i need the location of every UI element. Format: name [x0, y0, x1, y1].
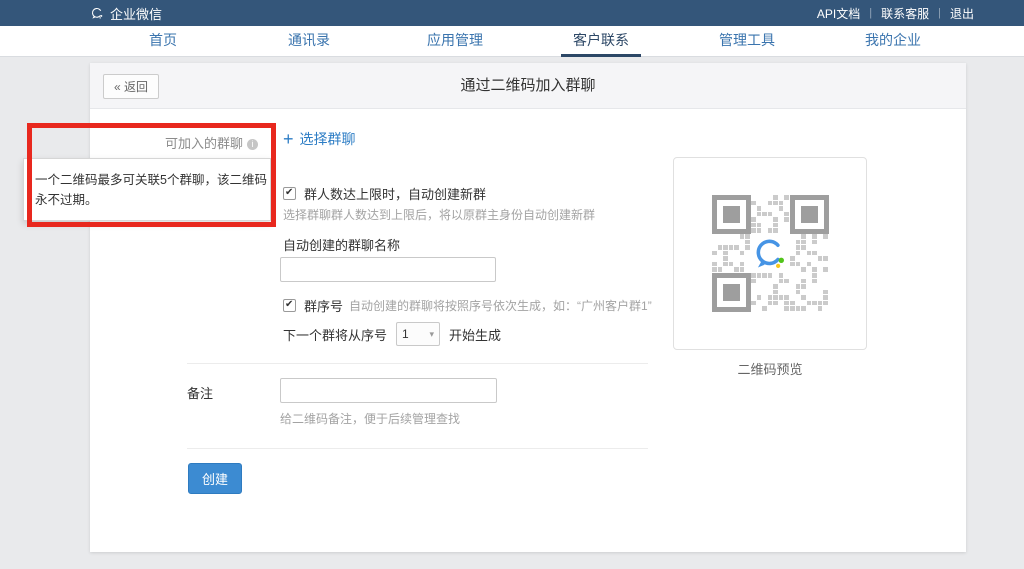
auto-create-checkbox[interactable] — [283, 187, 296, 200]
joinable-groups-label-row: 可加入的群聊 i — [90, 133, 258, 152]
auto-create-row: 群人数达上限时，自动创建新群 — [283, 184, 486, 203]
topbar: 企业微信 API文档 | 联系客服 | 退出 — [0, 0, 1024, 26]
serial-row: 群序号 自动创建的群聊将按照序号依次生成，如：“广州客户群1” — [283, 296, 652, 315]
next-serial-row: 下一个群将从序号 1 ▾ 开始生成 — [283, 322, 501, 346]
tooltip-line: 永不过期。 — [35, 190, 261, 210]
card-header: « 返回 通过二维码加入群聊 — [90, 63, 966, 109]
auto-create-hint: 选择群聊群人数达到上限后，将以原群主身份自动创建新群 — [283, 206, 595, 223]
link-separator: | — [938, 7, 941, 19]
nav-item-my-company[interactable]: 我的企业 — [820, 26, 966, 56]
next-serial-suffix: 开始生成 — [449, 325, 501, 344]
caret-down-icon: ▾ — [429, 329, 434, 340]
divider — [187, 448, 648, 449]
remark-label: 备注 — [187, 383, 213, 402]
api-docs-link[interactable]: API文档 — [817, 5, 860, 22]
serial-number-select[interactable]: 1 ▾ — [396, 322, 440, 346]
group-name-input[interactable] — [280, 257, 496, 282]
qr-placeholder — [712, 195, 829, 312]
contact-support-link[interactable]: 联系客服 — [881, 5, 929, 22]
nav-item-customer-contact[interactable]: 客户联系 — [528, 26, 674, 56]
page-title: 通过二维码加入群聊 — [90, 63, 966, 108]
divider — [187, 363, 648, 364]
serial-checkbox[interactable] — [283, 299, 296, 312]
info-icon[interactable]: i — [247, 139, 258, 150]
brand-name: 企业微信 — [110, 4, 162, 23]
logout-link[interactable]: 退出 — [950, 5, 974, 22]
serial-label[interactable]: 群序号 — [304, 296, 343, 315]
topbar-links: API文档 | 联系客服 | 退出 — [817, 5, 974, 22]
tooltip-line: 一个二维码最多可关联5个群聊，该二维码 — [35, 170, 261, 190]
select-group-link[interactable]: + 选择群聊 — [283, 129, 356, 150]
link-separator: | — [869, 7, 872, 19]
nav-item-admin-tools[interactable]: 管理工具 — [674, 26, 820, 56]
group-name-label: 自动创建的群聊名称 — [283, 235, 400, 254]
wechat-work-logo-icon — [90, 6, 105, 21]
content-card: « 返回 通过二维码加入群聊 可加入的群聊 i + 选择群聊 群人数达上限时，自动创… — [90, 63, 966, 552]
back-button[interactable]: « 返回 — [103, 74, 159, 99]
qr-finder-icon — [790, 195, 829, 234]
joinable-groups-label: 可加入的群聊 — [165, 136, 243, 151]
create-button[interactable]: 创建 — [188, 463, 242, 494]
nav-item-app-management[interactable]: 应用管理 — [382, 26, 528, 56]
nav-item-contacts[interactable]: 通讯录 — [236, 26, 382, 56]
nav-item-home[interactable]: 首页 — [90, 26, 236, 56]
next-serial-prefix: 下一个群将从序号 — [283, 325, 387, 344]
remark-input[interactable] — [280, 378, 497, 403]
tooltip-popup: 一个二维码最多可关联5个群聊，该二维码 永不过期。 — [23, 158, 271, 221]
serial-number-value: 1 — [402, 327, 409, 341]
qr-finder-icon — [712, 273, 751, 312]
main-nav: 首页 通讯录 应用管理 客户联系 管理工具 我的企业 — [0, 26, 1024, 57]
qr-preview-box — [673, 157, 867, 350]
select-group-link-label: 选择群聊 — [300, 131, 356, 147]
brand: 企业微信 — [90, 4, 162, 23]
auto-create-label[interactable]: 群人数达上限时，自动创建新群 — [304, 184, 486, 203]
qr-finder-icon — [712, 195, 751, 234]
qr-caption: 二维码预览 — [673, 359, 867, 378]
serial-desc: 自动创建的群聊将按照序号依次生成，如：“广州客户群1” — [349, 297, 652, 314]
remark-hint: 给二维码备注，便于后续管理查找 — [280, 410, 460, 427]
wechat-work-logo-icon — [751, 234, 791, 274]
app-window: 企业微信 API文档 | 联系客服 | 退出 首页 通讯录 应用管理 客户联系 … — [0, 0, 1024, 569]
plus-icon: + — [283, 129, 294, 149]
